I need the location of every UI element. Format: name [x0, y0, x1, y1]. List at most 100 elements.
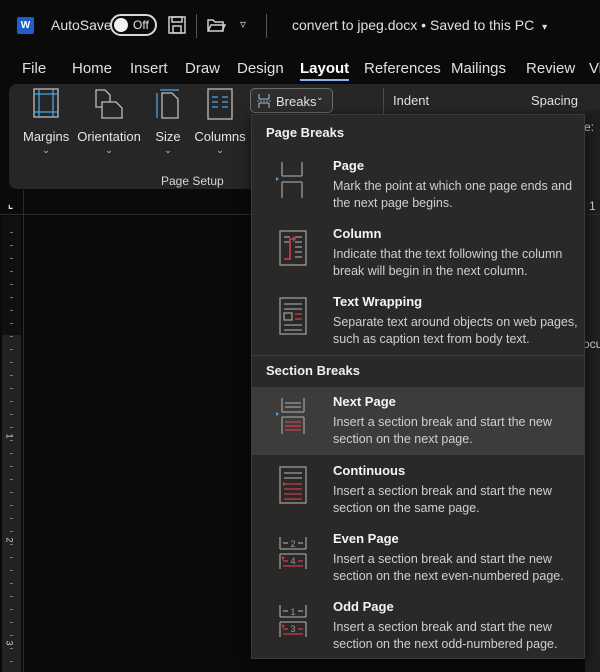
ruler-tick [10, 648, 13, 649]
tab-file[interactable]: File [22, 60, 46, 77]
chevron-down-icon: ⌄ [164, 145, 172, 155]
size-icon [156, 89, 179, 119]
icon-number: 4 [290, 556, 295, 566]
ruler-tick [10, 479, 13, 480]
tab-review[interactable]: Review [526, 60, 575, 77]
continuous-icon [279, 466, 307, 504]
title-bar: W AutoSave Off ▿ convert to jpeg.docx • … [0, 0, 600, 52]
toolbar-divider [266, 14, 267, 38]
item-title: Column [333, 226, 382, 241]
size-label: Size [155, 129, 181, 144]
tab-mailings[interactable]: Mailings [451, 60, 506, 77]
menu-item-odd-page[interactable]: 13 Odd Page Insert a section break and s… [252, 592, 584, 658]
item-description: Insert a section break and start the new… [333, 415, 552, 446]
tab-view[interactable]: Vi [589, 60, 600, 77]
item-description: Mark the point at which one page ends an… [333, 179, 573, 210]
breaks-dropdown-menu: Page Breaks Page Mark the point at which… [251, 114, 585, 659]
item-description: Insert a section break and start the new… [333, 620, 558, 651]
item-description: Insert a section break and start the new… [333, 484, 552, 515]
item-description: Separate text around objects on web page… [333, 315, 578, 346]
column-break-icon [279, 230, 307, 266]
margins-button[interactable]: Margins ⌄ [23, 88, 69, 156]
ruler-tick [10, 466, 13, 467]
ruler-tick [10, 271, 13, 272]
ruler-tick [10, 323, 13, 324]
next-page-icon [276, 398, 305, 434]
toolbar-divider [196, 14, 197, 38]
ruler-tick [10, 505, 13, 506]
columns-label: Columns [194, 129, 246, 144]
tab-stop-selector[interactable]: ⌞ [8, 198, 13, 211]
page-setup-group-label: Page Setup [161, 174, 224, 188]
chevron-down-icon: ⌄ [316, 92, 324, 102]
margins-icon [33, 88, 59, 118]
spacing-before-label: e: [584, 120, 595, 134]
tab-draw[interactable]: Draw [185, 60, 220, 77]
columns-button[interactable]: Columns ⌄ [194, 88, 246, 156]
size-button[interactable]: Size ⌄ [152, 88, 184, 156]
page-breaks-header: Page Breaks [266, 125, 345, 140]
ruler-tick [10, 401, 13, 402]
tab-references[interactable]: References [364, 60, 441, 77]
item-title: Text Wrapping [333, 294, 423, 309]
ruler-tick [10, 661, 13, 662]
ruler-tick [10, 414, 13, 415]
icon-number: 1 [290, 607, 295, 617]
chevron-down-icon: ⌄ [216, 145, 224, 155]
orientation-label: Orientation [77, 129, 141, 144]
word-app-icon: W [17, 17, 34, 34]
ruler-tick [10, 609, 13, 610]
ruler-tick [10, 297, 13, 298]
right-panel [585, 110, 600, 672]
breaks-button[interactable]: Breaks ⌄ [250, 88, 333, 113]
tab-design[interactable]: Design [237, 60, 284, 77]
item-title: Continuous [333, 463, 406, 478]
item-description: Insert a section break and start the new… [333, 552, 564, 583]
ruler-tick [10, 453, 13, 454]
ruler-tick [10, 544, 13, 545]
menu-item-even-page[interactable]: 24 Even Page Insert a section break and … [252, 524, 584, 590]
item-title: Even Page [333, 531, 399, 546]
chevron-down-icon: ▾ [542, 22, 548, 33]
ruler-number: 1 [4, 433, 15, 439]
ruler-tick [10, 245, 13, 246]
autosave-label: AutoSave [51, 17, 112, 33]
item-title: Next Page [333, 394, 396, 409]
ribbon-tabs: File Home Insert Draw Design Layout Refe… [0, 56, 600, 84]
item-title: Odd Page [333, 599, 394, 614]
menu-divider [252, 355, 584, 356]
menu-item-continuous[interactable]: Continuous Insert a section break and st… [252, 456, 584, 522]
tab-home[interactable]: Home [72, 60, 112, 77]
menu-item-text-wrapping[interactable]: Text Wrapping Separate text around objec… [252, 287, 584, 353]
ruler-tick [10, 232, 13, 233]
customize-toolbar-icon[interactable]: ▿ [240, 17, 246, 31]
autosave-toggle[interactable]: Off [110, 14, 157, 36]
ruler-tick [10, 492, 13, 493]
document-title[interactable]: convert to jpeg.docx • Saved to this PC … [292, 17, 547, 33]
margins-label: Margins [23, 129, 70, 144]
menu-item-page-break[interactable]: Page Mark the point at which one page en… [252, 151, 584, 217]
ruler-tick [10, 518, 13, 519]
tab-insert[interactable]: Insert [130, 60, 168, 77]
menu-item-next-page[interactable]: Next Page Insert a section break and sta… [252, 387, 584, 455]
open-folder-icon[interactable] [206, 15, 227, 40]
item-description: Indicate that the text following the col… [333, 247, 563, 278]
text-wrapping-icon [279, 297, 307, 335]
page-break-icon [276, 162, 303, 198]
ruler-tick [10, 531, 13, 532]
tab-layout[interactable]: Layout [300, 60, 350, 81]
page-edge [23, 190, 24, 672]
spacing-value: 1 [589, 199, 596, 213]
breaks-label: Breaks [276, 94, 317, 109]
chevron-down-icon: ⌄ [42, 145, 50, 155]
ruler-tick [10, 622, 13, 623]
menu-item-column-break[interactable]: Column Indicate that the text following … [252, 219, 584, 285]
item-title: Page [333, 158, 365, 173]
ruler-tick [10, 440, 13, 441]
orientation-button[interactable]: Orientation ⌄ [77, 88, 141, 156]
ruler-tick [10, 635, 13, 636]
save-icon[interactable] [167, 15, 187, 40]
ruler-tick [10, 570, 13, 571]
chevron-down-icon: ⌄ [105, 145, 113, 155]
partial-text: ocu [583, 337, 600, 351]
